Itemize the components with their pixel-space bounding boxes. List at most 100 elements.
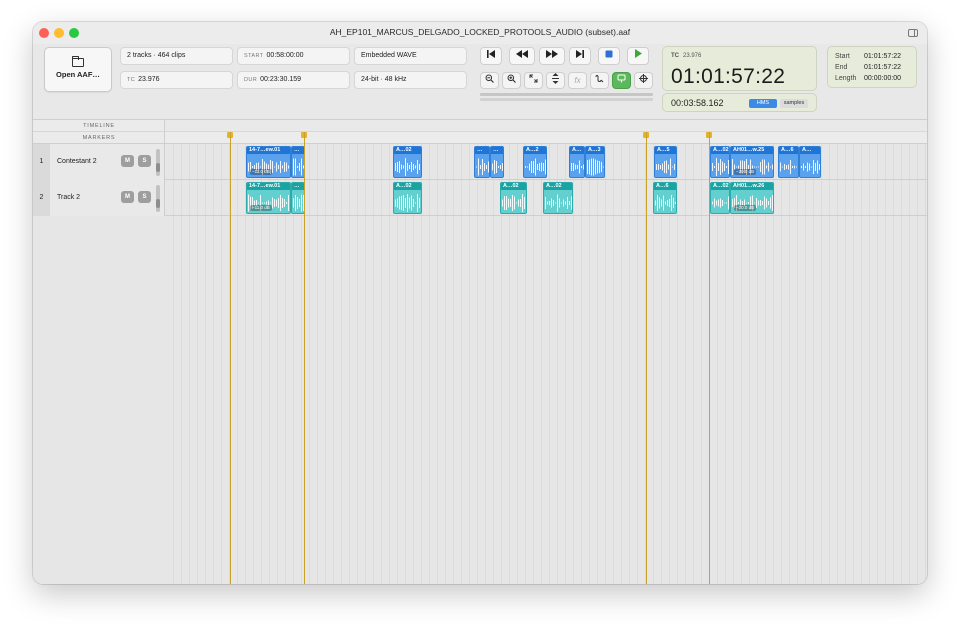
mute-button[interactable]: M — [121, 155, 134, 167]
stop-icon — [605, 50, 613, 58]
zoom-out-button[interactable] — [480, 72, 499, 89]
open-aaf-label: Open AAF… — [56, 70, 100, 79]
clip-waveform — [712, 156, 729, 177]
clip-waveform — [293, 192, 304, 213]
overview-scrollbar[interactable] — [480, 93, 653, 96]
solo-button[interactable]: S — [138, 155, 151, 167]
audio-clip[interactable]: A…02 — [710, 182, 730, 214]
clip-name: A…02 — [711, 147, 729, 154]
tc-rate-value: 23.976 — [138, 76, 160, 83]
fx-icon: fx — [574, 76, 581, 85]
timeline-header: TIMELINE MARKERS — [33, 120, 165, 144]
clip-waveform — [656, 156, 675, 177]
clip-name: … — [475, 147, 489, 154]
track-volume-fader[interactable] — [156, 185, 160, 212]
audio-clip[interactable]: … — [490, 146, 504, 178]
markers-heading: MARKERS — [82, 135, 116, 141]
zoom-in-icon — [507, 74, 516, 83]
clip-name: … — [292, 147, 304, 154]
clip-gain-badge: −20.0 dB — [734, 205, 757, 211]
clip-gain-badge: −20.0 dB — [734, 169, 757, 175]
snap-button[interactable] — [612, 72, 631, 89]
audio-clip[interactable]: A…6 — [653, 182, 677, 214]
timeline-ruler[interactable] — [165, 120, 927, 132]
clip-name: A… — [570, 147, 584, 154]
clip-waveform — [712, 192, 729, 213]
clip-name: A…3 — [586, 147, 604, 154]
marker-bar[interactable] — [165, 132, 927, 144]
marker-line — [646, 132, 647, 584]
skip-to-end-button[interactable] — [569, 47, 591, 65]
audio-clip[interactable]: 14-7…ew.01 −11.0 dB — [246, 182, 291, 214]
clip-gain-badge: −11.0 dB — [250, 169, 272, 175]
clip-waveform — [395, 156, 420, 177]
stop-button[interactable] — [598, 47, 620, 65]
timecode-value: 01:01:57:22 — [671, 65, 786, 88]
link-icon — [595, 75, 604, 83]
zoom-fit-button[interactable] — [524, 72, 543, 89]
audio-clip[interactable]: A…02 — [393, 146, 422, 178]
audio-clip[interactable]: … — [474, 146, 490, 178]
timecode-rate: 23.976 — [683, 53, 702, 59]
selection-length-value: 00:00:00:00 — [864, 75, 901, 82]
audio-clip[interactable]: A…02 — [543, 182, 573, 214]
track-header-2: 2 Track 2 M S — [33, 180, 165, 216]
follow-playhead-button[interactable] — [634, 72, 653, 89]
sidebar-toggle-icon[interactable] — [908, 29, 918, 37]
audio-clip[interactable]: AH01…w.25 −20.0 dB — [730, 146, 774, 178]
track-volume-fader[interactable] — [156, 149, 160, 176]
clip-waveform — [780, 156, 797, 177]
solo-button[interactable]: S — [138, 191, 151, 203]
mute-button[interactable]: M — [121, 191, 134, 203]
audio-clip[interactable]: AH01…w.26 −20.0 dB — [730, 182, 774, 214]
marker-line — [304, 132, 305, 584]
start-info: START 00:58:00:00 — [237, 47, 350, 65]
audio-clip[interactable]: A…5 — [654, 146, 677, 178]
samples-mode-toggle[interactable]: samples — [780, 99, 808, 108]
marker-line — [709, 132, 710, 584]
audio-clip[interactable]: A…6 — [778, 146, 799, 178]
timecode-display: TC 23.976 01:01:57:22 — [662, 46, 817, 91]
clip-name: A…02 — [711, 183, 729, 190]
toolbar: Open AAF… 2 tracks · 464 clips TC 23.976 … — [33, 44, 927, 120]
media-text: Embedded WAVE — [361, 52, 417, 59]
audio-clip[interactable]: A…02 — [710, 146, 730, 178]
clip-name: A…02 — [544, 183, 572, 190]
skip-to-start-icon — [487, 50, 495, 58]
clip-waveform — [502, 192, 525, 213]
overview-scrollbar-2[interactable] — [480, 98, 653, 101]
audio-clip[interactable]: A…3 — [585, 146, 605, 178]
crosshair-icon — [639, 74, 648, 83]
rewind-button[interactable] — [509, 47, 535, 65]
skip-to-start-button[interactable] — [480, 47, 502, 65]
play-button[interactable] — [627, 47, 649, 65]
open-aaf-button[interactable]: Open AAF… — [44, 47, 112, 92]
fx-button[interactable]: fx — [568, 72, 587, 89]
vertical-zoom-button[interactable] — [546, 72, 565, 89]
clip-waveform — [525, 156, 546, 177]
skip-to-end-icon — [576, 50, 584, 58]
clip-name: A…2 — [524, 147, 546, 154]
track-number: 1 — [33, 144, 50, 180]
zoom-in-button[interactable] — [502, 72, 521, 89]
clip-waveform — [571, 156, 584, 177]
audio-clip[interactable]: A… — [799, 146, 821, 178]
tc-rate-info: TC 23.976 — [120, 71, 233, 89]
duration-info: DUR 00:23:30.159 — [237, 71, 350, 89]
audio-clip[interactable]: A…02 — [393, 182, 422, 214]
clip-name: … — [491, 147, 503, 154]
hms-mode-toggle[interactable]: HMS — [749, 99, 777, 108]
timeline-area[interactable]: TIMELINE MARKERS 1 Contestant 2 M S 14-7… — [33, 120, 927, 584]
zoom-fit-icon — [529, 74, 538, 83]
audio-clip[interactable]: … — [291, 146, 305, 178]
timecode-label: TC 23.976 — [671, 53, 701, 59]
clip-waveform — [293, 156, 304, 177]
audio-clip[interactable]: … — [291, 182, 305, 214]
link-button[interactable] — [590, 72, 609, 89]
audio-clip[interactable]: 14-7…ew.01 −11.0 dB — [246, 146, 291, 178]
audio-clip[interactable]: A… — [569, 146, 585, 178]
audio-clip[interactable]: A…2 — [523, 146, 547, 178]
position-display: 00:03:58.162 HMS samples — [662, 93, 817, 112]
fast-forward-button[interactable] — [539, 47, 565, 65]
audio-clip[interactable]: A…02 — [500, 182, 527, 214]
